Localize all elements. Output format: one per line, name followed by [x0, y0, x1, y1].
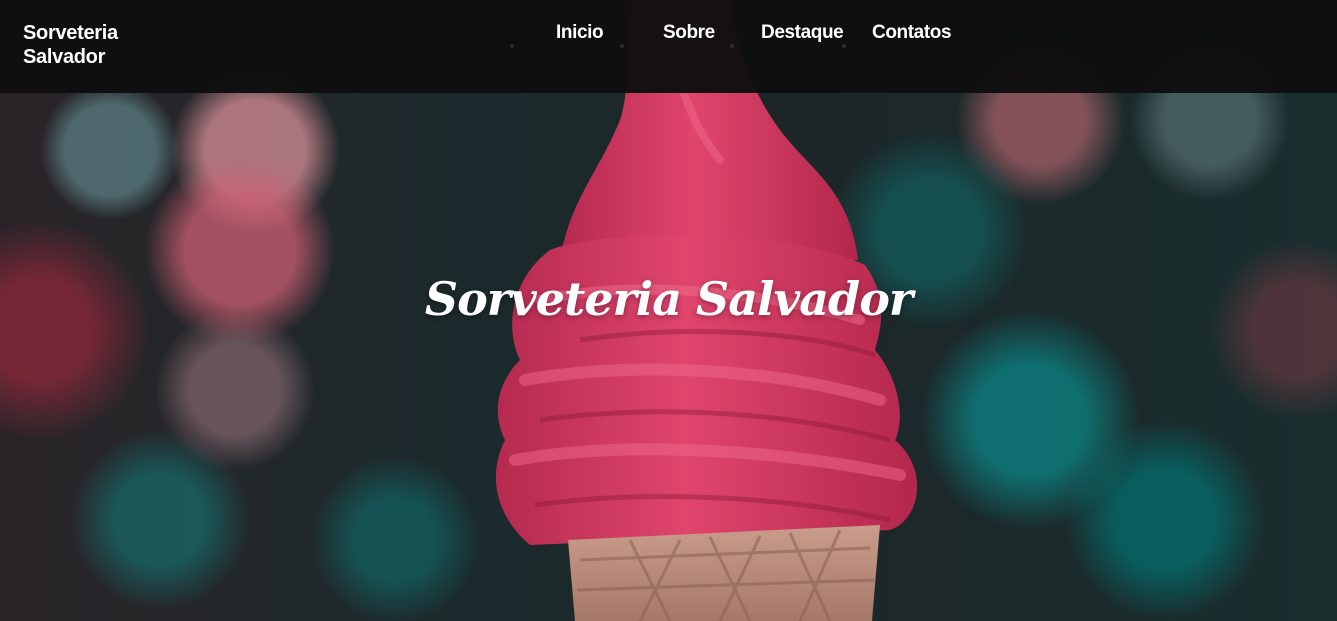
nav-item-destaque[interactable]: Destaque	[761, 20, 844, 46]
nav-bullet-icon	[730, 44, 734, 48]
nav-item-contatos[interactable]: Contatos	[872, 20, 952, 46]
nav-bullet-icon	[510, 44, 514, 48]
brand-logo-text[interactable]: Sorveteria Salvador	[23, 21, 153, 69]
hero-section: Sorveteria Salvador	[0, 0, 1337, 621]
page: Sorveteria Salvador Sorveteria Salvador …	[0, 0, 1337, 621]
nav-bullet-icon	[620, 44, 624, 48]
nav-item-sobre[interactable]: Sobre	[663, 20, 715, 46]
top-navbar: Sorveteria Salvador Inicio Sobre Destaqu…	[0, 0, 1337, 93]
nav-bullet-icon	[842, 44, 846, 48]
hero-title: Sorveteria Salvador	[424, 272, 913, 326]
nav-item-inicio[interactable]: Inicio	[556, 20, 604, 46]
